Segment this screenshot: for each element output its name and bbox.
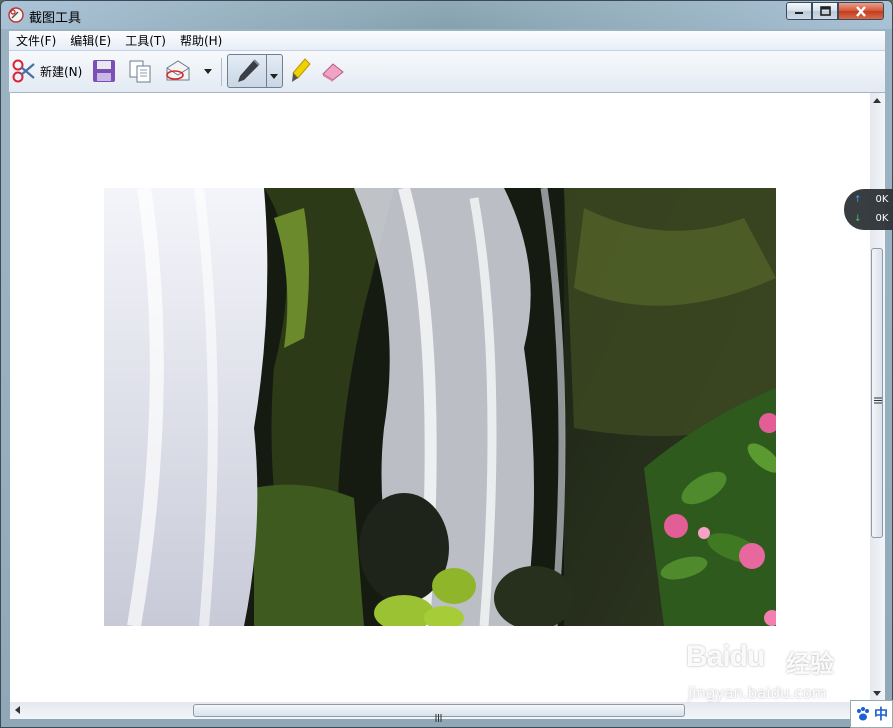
minimize-button[interactable] — [786, 2, 812, 20]
menu-edit[interactable]: 编辑(E) — [63, 32, 118, 49]
new-snip-label: 新建(N) — [40, 64, 83, 79]
scroll-down-arrow-icon[interactable] — [873, 691, 881, 697]
maximize-button[interactable] — [812, 2, 838, 20]
menu-tools[interactable]: 工具(T) — [118, 32, 173, 49]
scroll-up-arrow-icon[interactable] — [873, 97, 881, 103]
save-icon — [93, 60, 115, 82]
send-email-icon — [166, 60, 190, 81]
maximize-icon — [819, 6, 831, 16]
horizontal-scroll-thumb[interactable] — [193, 704, 685, 722]
send-snip-button[interactable] — [164, 55, 192, 87]
title-bar[interactable]: 截图工具 — [1, 1, 892, 29]
waterfall-photo — [104, 188, 776, 626]
upload-speed-row: ↑ 0K — [854, 194, 888, 205]
vertical-scroll-thumb[interactable] — [871, 248, 883, 538]
pen-split-divider — [266, 55, 267, 87]
window-title: 截图工具 — [29, 11, 82, 26]
watermark-brand: Baidu — [686, 640, 765, 673]
upload-speed: 0K — [875, 194, 889, 205]
watermark-subtitle: 经验 — [786, 650, 834, 678]
copy-icon — [129, 60, 151, 83]
ime-indicator[interactable]: 中 — [850, 700, 893, 728]
dropdown-arrow-icon — [204, 69, 212, 74]
menu-file[interactable]: 文件(F) — [9, 32, 63, 49]
toolbar: 新建(N) — [9, 51, 885, 93]
chevron-down-icon — [270, 74, 278, 79]
watermark-url: jingyan.baidu.com — [688, 684, 827, 702]
pen-options-dropdown[interactable] — [269, 66, 279, 85]
snipping-tool-window: 截图工具 文件(F) 编辑(E) 工具(T) 帮助(H) 新建(N) — [0, 0, 893, 728]
vertical-scrollbar[interactable] — [870, 93, 885, 702]
toolbar-separator — [221, 58, 222, 86]
pen-tool-group[interactable] — [227, 54, 283, 88]
ime-mode-label: 中 — [874, 707, 888, 723]
eraser-button[interactable] — [319, 55, 347, 87]
snipping-tool-app-icon — [8, 7, 24, 23]
scroll-left-arrow-icon[interactable] — [14, 706, 20, 714]
pen-icon — [238, 59, 260, 82]
download-speed-row: ↓ 0K — [854, 213, 888, 224]
menu-help[interactable]: 帮助(H) — [173, 32, 229, 49]
scroll-grip-icon — [874, 389, 882, 408]
paw-icon — [857, 707, 869, 721]
highlighter-button[interactable] — [289, 55, 313, 87]
download-arrow-icon: ↓ — [854, 213, 862, 224]
download-speed: 0K — [875, 213, 889, 224]
scissors-icon — [12, 59, 35, 83]
eraser-icon — [322, 63, 344, 82]
save-button[interactable] — [91, 55, 117, 87]
network-speed-widget[interactable]: ↑ 0K ↓ 0K — [844, 189, 893, 230]
scroll-grip-icon — [435, 707, 442, 726]
close-button[interactable] — [838, 2, 884, 20]
send-options-dropdown[interactable] — [203, 55, 213, 87]
minimize-icon — [795, 12, 803, 14]
baidu-jingyan-watermark: Baidu 经验 jingyan.baidu.com — [686, 640, 856, 705]
new-snip-button[interactable]: 新建(N) — [11, 55, 82, 87]
pen-button[interactable] — [234, 57, 262, 89]
snip-canvas[interactable] — [10, 93, 870, 702]
close-icon — [856, 5, 866, 17]
upload-arrow-icon: ↑ — [854, 194, 862, 205]
highlighter-icon — [292, 58, 311, 82]
menu-bar: 文件(F) 编辑(E) 工具(T) 帮助(H) — [9, 31, 885, 51]
copy-button[interactable] — [127, 55, 153, 87]
